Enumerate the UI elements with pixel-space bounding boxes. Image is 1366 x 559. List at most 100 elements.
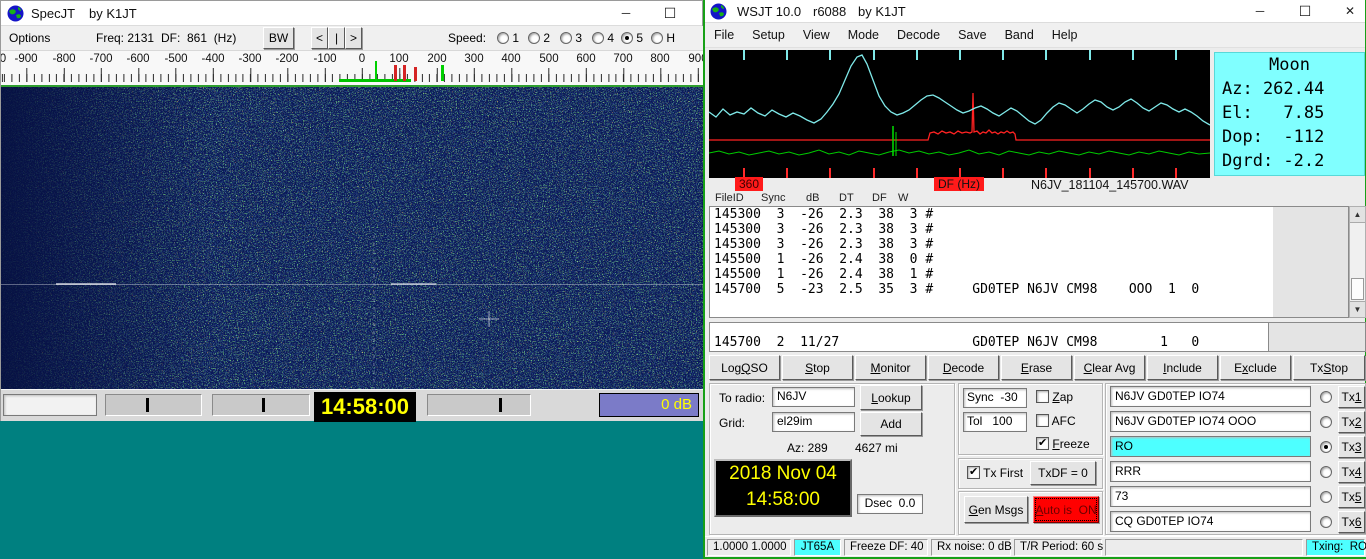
tx3-message-input[interactable]: RO (1110, 436, 1311, 457)
tx6-radio[interactable] (1320, 515, 1332, 529)
tx1-button[interactable]: Tx 1 (1338, 386, 1365, 408)
ruler-label: -900 (14, 53, 38, 65)
slider-handle[interactable] (499, 398, 502, 412)
speed-radio-2[interactable]: 2 (528, 31, 550, 45)
distance-readout: 4627 mi (855, 441, 898, 455)
menu-setup[interactable]: Setup (743, 28, 794, 42)
monitor-button[interactable]: Monitor (855, 355, 926, 380)
gen-msgs-button[interactable]: Gen Msgs (964, 496, 1028, 523)
speed-radio-4[interactable]: 4 (592, 31, 614, 45)
spectrum-curves (708, 50, 1211, 178)
col-w: W (898, 192, 909, 204)
tx4-radio[interactable] (1320, 465, 1332, 479)
globe-icon (710, 3, 727, 23)
tx2-button[interactable]: Tx 2 (1338, 411, 1365, 433)
scroll-center-button[interactable]: | (328, 27, 345, 49)
log-qso-button[interactable]: Log Q SO (709, 355, 780, 380)
maximize-icon[interactable]: ☐ (1288, 0, 1322, 22)
grid-input[interactable]: el29im (772, 412, 855, 432)
menu-file[interactable]: File (705, 28, 743, 42)
ruler-label: 0 (358, 53, 366, 65)
tx3-radio[interactable] (1320, 440, 1332, 454)
zap-checkbox[interactable]: Zap (1036, 390, 1073, 404)
tx2-radio[interactable] (1320, 415, 1332, 429)
freeze-checkbox[interactable]: Freeze (1036, 436, 1090, 451)
lookup-button[interactable]: Lookup (860, 385, 922, 410)
tx-stop-button[interactable]: Tx Stop (1293, 355, 1365, 380)
time-readout: 14:58:00 (746, 489, 820, 510)
minimize-icon[interactable]: ─ (1243, 0, 1277, 22)
exclude-button[interactable]: Ex clude (1220, 355, 1291, 380)
specjt-titlebar[interactable]: SpecJT by K1JT ─ ☐ (1, 1, 702, 26)
menu-decode[interactable]: Decode (888, 28, 949, 42)
ruler-label: -800 (52, 53, 76, 65)
contrast-slider[interactable] (427, 394, 531, 416)
erase-button[interactable]: Erase (1001, 355, 1072, 380)
frequency-ruler[interactable]: 0 -900 -800 -700 -600 -500 -400 -300 -20… (1, 51, 704, 85)
add-button[interactable]: Add (860, 412, 922, 436)
decode-text-area[interactable]: 145300 3 -26 2.3 38 3 # 145300 3 -26 2.3… (709, 206, 1273, 318)
utc-clock: 14:58:00 (314, 392, 416, 422)
scroll-down-icon[interactable]: ▼ (1350, 301, 1365, 317)
menu-help[interactable]: Help (1043, 28, 1087, 42)
to-radio-input[interactable]: N6JV (772, 387, 855, 407)
tx3-button[interactable]: Tx 3 (1338, 436, 1365, 458)
tx1-message-input[interactable]: N6JV GD0TEP IO74 (1110, 386, 1311, 407)
dsec-box[interactable]: Dsec 0.0 (857, 494, 923, 514)
tx1-radio[interactable] (1320, 390, 1332, 404)
slider-handle[interactable] (262, 398, 265, 412)
minimize-icon[interactable]: ─ (609, 1, 643, 25)
tolerance-box[interactable]: Tol 100 (963, 412, 1027, 432)
waterfall-display[interactable] (1, 85, 704, 389)
menu-save[interactable]: Save (949, 28, 996, 42)
zero-slider[interactable] (212, 394, 310, 416)
speed-radio-5[interactable]: 5 (621, 31, 643, 45)
date-readout: 2018 Nov 04 (729, 463, 837, 484)
gain-slider[interactable] (105, 394, 202, 416)
options-menu[interactable]: Options (9, 31, 50, 45)
slider-handle[interactable] (146, 398, 149, 412)
scroll-right-button[interactable]: > (345, 27, 362, 49)
close-icon[interactable]: ✕ (1333, 0, 1366, 22)
tx-tone-marker (403, 65, 406, 81)
menu-band[interactable]: Band (996, 28, 1043, 42)
speed-radio-h[interactable]: H (651, 31, 675, 45)
sync-threshold-box[interactable]: Sync -30 (963, 388, 1027, 408)
speed-radio-1[interactable]: 1 (497, 31, 519, 45)
speed-radio-3[interactable]: 3 (560, 31, 582, 45)
decode-button[interactable]: Decode (928, 355, 999, 380)
maximize-icon[interactable]: ☐ (653, 1, 687, 25)
average-area-filler (1269, 322, 1366, 352)
txdf-button[interactable]: TxDF = 0 (1030, 461, 1096, 485)
decode-scrollbar[interactable]: ▲ ▼ (1349, 206, 1366, 318)
tx2-message-input[interactable]: N6JV GD0TEP IO74 OOO (1110, 411, 1311, 432)
tx6-button[interactable]: Tx 6 (1338, 511, 1365, 533)
tx4-button[interactable]: Tx 4 (1338, 461, 1365, 483)
tx-first-checkbox[interactable]: Tx First (967, 465, 1023, 480)
scroll-up-icon[interactable]: ▲ (1350, 207, 1365, 223)
scroll-left-button[interactable]: < (311, 27, 328, 49)
clear-avg-button[interactable]: Clear Avg (1074, 355, 1145, 380)
ruler-label: 900 (688, 53, 704, 65)
menu-view[interactable]: View (794, 28, 839, 42)
specjt-window: SpecJT by K1JT ─ ☐ Options Freq: 2131 DF… (0, 0, 704, 422)
tx5-message-input[interactable]: 73 (1110, 486, 1311, 507)
status-freeze-df: Freeze DF: 40 (844, 539, 928, 556)
scrollbar-thumb[interactable] (1351, 278, 1364, 300)
average-text-area[interactable]: 145700 2 11/27 GD0TEP N6JV CM98 1 0 (709, 322, 1269, 352)
wsjt-titlebar[interactable]: WSJT 10.0 r6088 by K1JT ─ ☐ ✕ (705, 0, 1365, 23)
tx6-message-input[interactable]: CQ GD0TEP IO74 (1110, 511, 1311, 532)
tx4-message-input[interactable]: RRR (1110, 461, 1311, 482)
auto-on-button[interactable]: Auto is ON (1033, 496, 1099, 523)
include-button[interactable]: Include (1147, 355, 1218, 380)
decode-header-row: FileID Sync dB DT DF W (705, 192, 1366, 206)
menu-mode[interactable]: Mode (839, 28, 888, 42)
bw-button[interactable]: BW (263, 27, 294, 49)
spectrum-plot[interactable] (708, 50, 1211, 178)
afc-checkbox[interactable]: AFC (1036, 414, 1076, 428)
stop-button[interactable]: Stop (782, 355, 853, 380)
tx5-radio[interactable] (1320, 490, 1332, 504)
moon-doppler: Dop: -112 (1222, 127, 1325, 147)
tx5-button[interactable]: Tx 5 (1338, 486, 1365, 508)
ruler-label: -300 (238, 53, 262, 65)
